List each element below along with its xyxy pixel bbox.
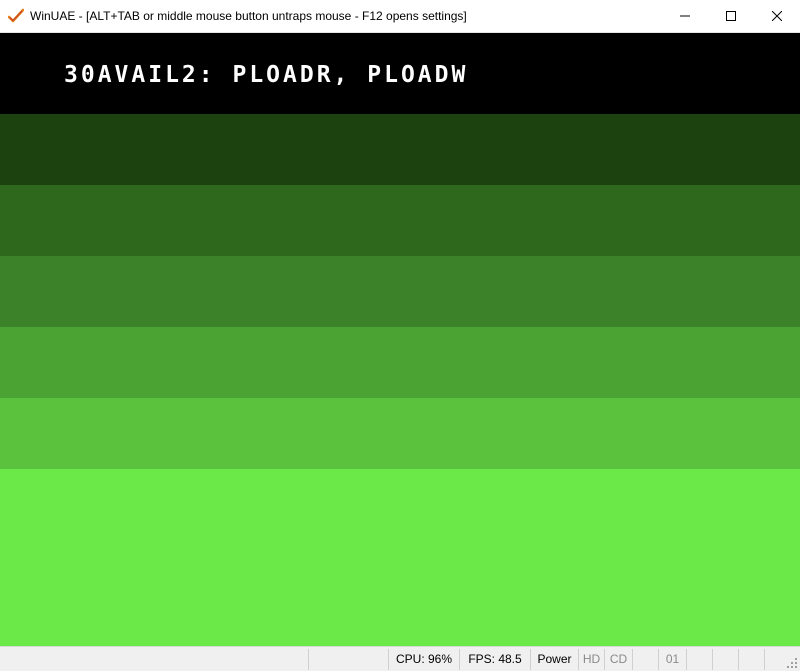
status-drive-2[interactable]	[686, 649, 712, 670]
maximize-button[interactable]	[708, 0, 754, 32]
maximize-icon	[726, 11, 736, 21]
title-bar[interactable]: WinUAE - [ALT+TAB or middle mouse button…	[0, 0, 800, 33]
status-drive-0[interactable]	[632, 649, 658, 670]
winuae-checkmark-icon	[7, 8, 25, 24]
status-extra-cell	[764, 649, 784, 670]
emulator-display[interactable]: 30AVAIL2: PLOADR, PLOADW	[0, 33, 800, 646]
status-drive-3[interactable]	[712, 649, 738, 670]
minimize-icon	[680, 11, 690, 21]
status-power[interactable]: Power	[530, 649, 578, 670]
window-controls	[662, 0, 800, 32]
status-drive-1[interactable]: 01	[658, 649, 686, 670]
color-band	[0, 185, 800, 256]
close-icon	[772, 11, 782, 21]
color-band	[0, 398, 800, 469]
status-drive-4[interactable]	[738, 649, 764, 670]
color-band	[0, 469, 800, 646]
status-fps: FPS: 48.5	[459, 649, 530, 670]
color-band	[0, 327, 800, 398]
color-band	[0, 256, 800, 327]
status-cd[interactable]: CD	[604, 649, 632, 670]
winuae-window: WinUAE - [ALT+TAB or middle mouse button…	[0, 0, 800, 671]
status-bar: CPU: 96% FPS: 48.5 Power HD CD 01	[0, 646, 800, 671]
status-cpu: CPU: 96%	[388, 649, 459, 670]
status-hd[interactable]: HD	[578, 649, 604, 670]
status-empty-cell	[308, 649, 388, 670]
screen-text: 30AVAIL2: PLOADR, PLOADW	[64, 62, 469, 88]
color-band	[0, 114, 800, 185]
minimize-button[interactable]	[662, 0, 708, 32]
close-button[interactable]	[754, 0, 800, 32]
color-band: 30AVAIL2: PLOADR, PLOADW	[0, 33, 800, 114]
window-title: WinUAE - [ALT+TAB or middle mouse button…	[30, 9, 467, 23]
resize-grip-icon[interactable]	[786, 657, 798, 669]
